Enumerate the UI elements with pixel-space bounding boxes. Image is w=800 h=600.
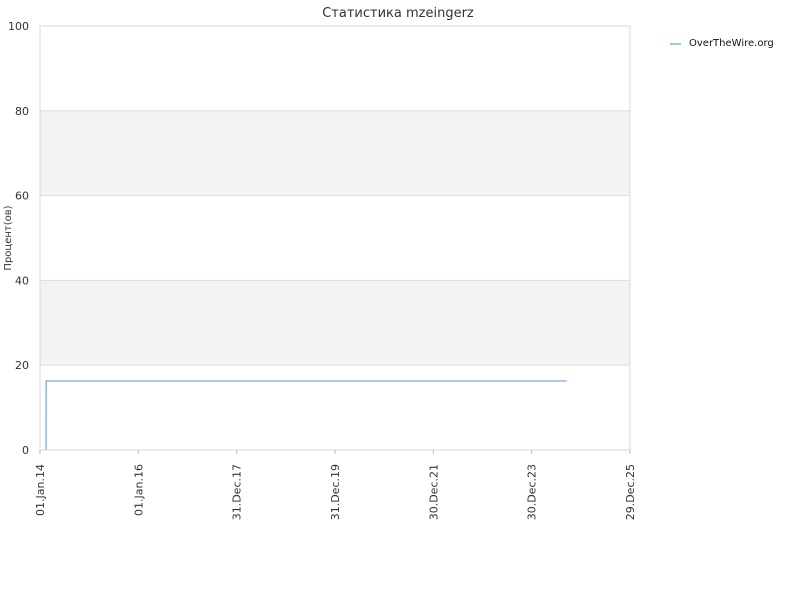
series-line: [45, 380, 567, 451]
chart-title: Статистика mzeingerz: [322, 6, 474, 21]
y-tick-label: 100: [8, 20, 29, 33]
plot-band: [40, 110, 630, 196]
x-tick-label: 31.Dec.19: [329, 464, 342, 520]
x-tick-label: 30.Dec.21: [427, 464, 440, 520]
plot-frame: [39, 25, 631, 451]
x-tick-label: 30.Dec.23: [526, 464, 539, 520]
y-tick-label: 20: [15, 359, 29, 372]
x-axis: 01.Jan.14 01.Jan.16 31.Dec.17 31.Dec.19 30.D…: [34, 450, 637, 520]
y-tick-label: 40: [15, 274, 29, 287]
plot-bands: [40, 110, 630, 366]
legend-label: OverTheWire.org: [689, 38, 774, 49]
legend: OverTheWire.org: [670, 38, 774, 49]
x-tick-label: 01.Jan.16: [132, 464, 145, 516]
x-tick-label: 01.Jan.14: [34, 464, 47, 516]
x-tick-label: 31.Dec.17: [231, 464, 244, 520]
x-tick-label: 29.Dec.25: [624, 464, 637, 520]
y-tick-label: 60: [15, 190, 29, 203]
plot-band: [40, 280, 630, 366]
y-tick-label: 80: [15, 105, 29, 118]
chart: Статистика mzeingerz 0 20 40 60 80 100 01.Jan…: [3, 6, 774, 520]
gridlines: [40, 25, 630, 451]
series-layer: [45, 380, 567, 451]
y-tick-label: 0: [22, 444, 29, 457]
y-axis-label: Процент(ов): [3, 205, 14, 270]
